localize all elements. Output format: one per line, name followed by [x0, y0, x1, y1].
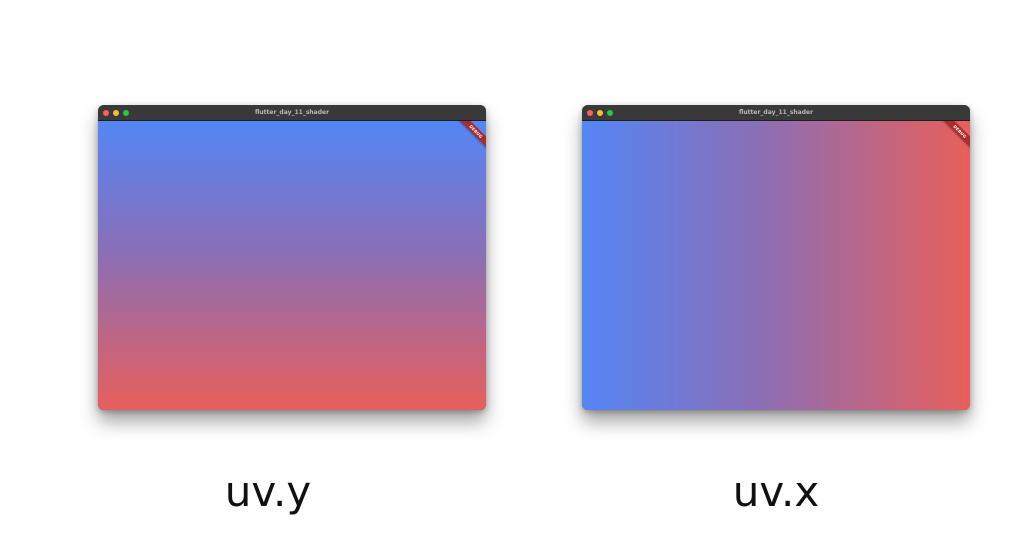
traffic-lights	[582, 109, 613, 116]
minimize-window-button[interactable]	[113, 109, 119, 116]
caption-uv-x: uv.x	[732, 467, 820, 516]
debug-banner-label: DEBUG	[468, 123, 484, 140]
slide: flutter_day_11_shader DEBUG flutter_day_…	[0, 0, 1024, 552]
debug-banner-label: DEBUG	[952, 123, 968, 140]
app-window-uv-y: flutter_day_11_shader DEBUG	[98, 105, 486, 410]
debug-banner: DEBUG	[936, 121, 970, 155]
window-title: flutter_day_11_shader	[254, 109, 330, 116]
close-window-button[interactable]	[587, 109, 593, 116]
caption-uv-y: uv.y	[224, 467, 312, 516]
window-titlebar[interactable]: flutter_day_11_shader	[98, 105, 486, 121]
minimize-window-button[interactable]	[597, 109, 603, 116]
maximize-window-button[interactable]	[607, 109, 613, 116]
window-title: flutter_day_11_shader	[738, 109, 814, 116]
shader-canvas-vertical-gradient: DEBUG	[98, 121, 486, 410]
close-window-button[interactable]	[103, 109, 109, 116]
app-window-uv-x: flutter_day_11_shader DEBUG	[582, 105, 970, 410]
debug-banner: DEBUG	[452, 121, 486, 155]
traffic-lights	[98, 109, 129, 116]
window-titlebar[interactable]: flutter_day_11_shader	[582, 105, 970, 121]
shader-canvas-horizontal-gradient: DEBUG	[582, 121, 970, 410]
maximize-window-button[interactable]	[123, 109, 129, 116]
